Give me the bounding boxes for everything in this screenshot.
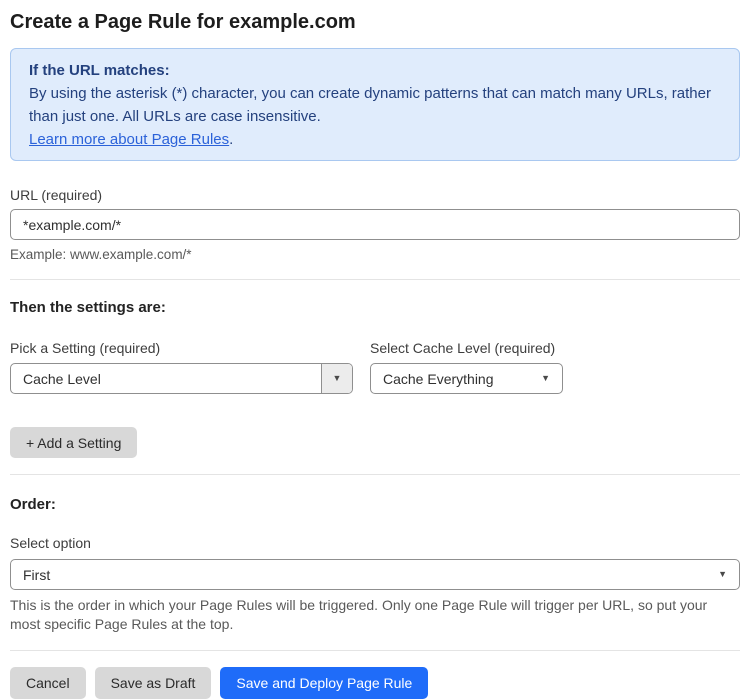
order-select[interactable]: First ▼ [10,559,740,590]
setting-picker-label: Pick a Setting (required) [10,340,161,356]
order-select-value: First [23,566,51,583]
order-select-label: Select option [10,535,91,551]
chevron-down-icon: ▼ [718,569,727,579]
form-actions: Cancel Save as Draft Save and Deploy Pag… [10,667,740,699]
settings-row: Pick a Setting (required) Cache Level ▼ … [10,340,740,394]
cancel-button[interactable]: Cancel [10,667,86,699]
order-helper-text: This is the order in which your Page Rul… [10,597,708,632]
url-section: URL (required) Example: www.example.com/… [10,187,740,264]
info-box-body: By using the asterisk (*) character, you… [29,85,711,125]
cache-level-value: Cache Everything [383,370,494,387]
save-as-draft-button[interactable]: Save as Draft [94,667,212,699]
info-box-link-line: Learn more about Page Rules. [29,128,721,151]
info-box-heading: If the URL matches: [29,62,170,79]
setting-picker-group: Pick a Setting (required) Cache Level ▼ [10,340,353,394]
add-setting-button[interactable]: + Add a Setting [10,427,138,458]
divider [10,650,740,651]
url-input[interactable] [10,209,740,240]
cache-level-picker-label: Select Cache Level (required) [370,340,556,356]
url-field-label: URL (required) [10,187,103,203]
cache-level-picker-group: Select Cache Level (required) Cache Ever… [370,340,563,394]
link-suffix: . [229,131,234,148]
setting-picker-value: Cache Level [23,370,101,387]
create-page-rule-form: Create a Page Rule for example.com If th… [0,0,750,699]
divider [10,279,740,280]
cache-level-select[interactable]: Cache Everything ▼ [370,363,563,394]
chevron-down-icon: ▼ [321,364,352,393]
order-section-heading: Order: [10,496,56,513]
url-match-info-box: If the URL matches: By using the asteris… [10,48,740,161]
learn-more-link[interactable]: Learn more about Page Rules [29,131,229,148]
url-example-helper: Example: www.example.com/* [10,247,192,262]
page-title: Create a Page Rule for example.com [10,11,356,33]
divider [10,474,740,475]
chevron-down-icon: ▼ [541,373,550,383]
setting-picker-select[interactable]: Cache Level ▼ [10,363,353,394]
save-and-deploy-button[interactable]: Save and Deploy Page Rule [220,667,429,699]
settings-section-heading: Then the settings are: [10,299,166,316]
